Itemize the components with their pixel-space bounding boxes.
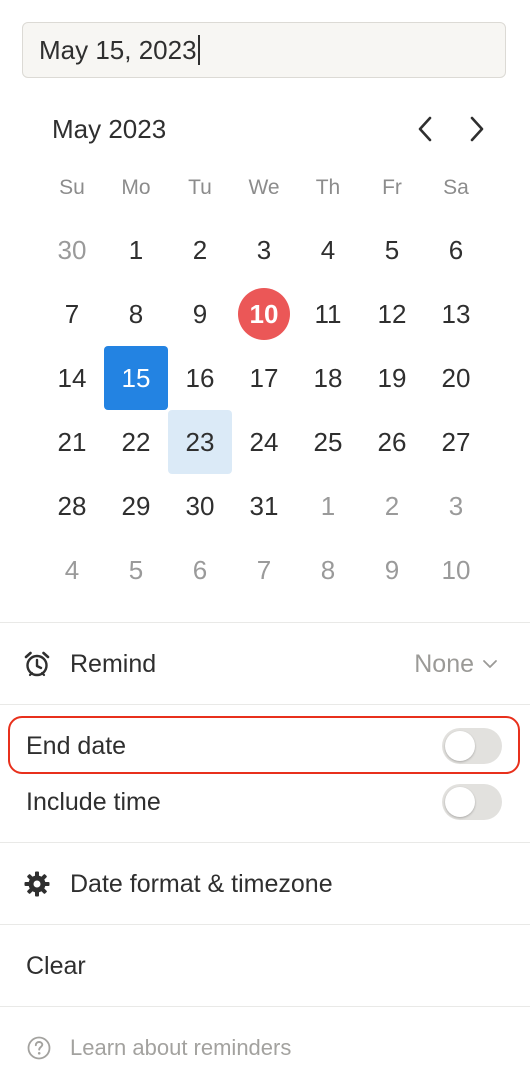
chevron-left-icon [418,116,432,142]
remind-row[interactable]: Remind None [0,636,530,692]
divider [0,622,530,623]
toggle-knob [445,731,475,761]
learn-reminders-label: Learn about reminders [70,1035,292,1060]
remind-value: None [414,649,474,678]
divider [0,842,530,843]
calendar-day[interactable]: 21 [40,410,104,474]
calendar-week: 30 1 2 3 4 5 6 [40,218,488,282]
calendar-day[interactable]: 30 [168,474,232,538]
text-caret [197,35,200,65]
calendar-day[interactable]: 1 [104,218,168,282]
calendar-day-outside-month[interactable]: 3 [424,474,488,538]
calendar-day[interactable]: 18 [296,346,360,410]
calendar-day[interactable]: 9 [168,282,232,346]
calendar-day-outside-month[interactable]: 8 [296,538,360,602]
weekday-label: Tu [188,176,212,199]
weekday-label: Su [59,176,85,199]
weekday-label: Mo [121,176,151,199]
calendar-day[interactable]: 29 [104,474,168,538]
calendar-day[interactable]: 13 [424,282,488,346]
include-time-toggle[interactable] [442,784,502,820]
calendar-day[interactable]: 3 [232,218,296,282]
clear-button[interactable]: Clear [0,938,530,994]
calendar-day-outside-month[interactable]: 10 [424,538,488,602]
date-format-label: Date format & timezone [70,869,333,898]
calendar-day[interactable]: 11 [296,282,360,346]
divider [0,704,530,705]
date-input-value: May 15, 2023 [39,34,197,65]
chevron-right-icon [470,116,484,142]
date-format-row[interactable]: Date format & timezone [0,856,530,912]
calendar-header: May 2023 [52,104,492,154]
calendar-week: 28 29 30 31 1 2 3 [40,474,488,538]
chevron-down-icon [483,660,497,668]
calendar-day[interactable]: 7 [40,282,104,346]
calendar-day[interactable]: 4 [296,218,360,282]
divider [0,924,530,925]
calendar-day-outside-month[interactable]: 6 [168,538,232,602]
calendar-week: 14 15 16 17 18 19 20 [40,346,488,410]
calendar-day[interactable]: 16 [168,346,232,410]
calendar-day-today[interactable]: 10 [232,282,296,346]
end-date-row[interactable]: End date [0,718,530,774]
calendar-day[interactable]: 28 [40,474,104,538]
calendar-week: 7 8 9 10 11 12 13 [40,282,488,346]
calendar-day-outside-month[interactable]: 7 [232,538,296,602]
calendar-day[interactable]: 14 [40,346,104,410]
next-month-button[interactable] [462,109,492,149]
clear-label: Clear [26,951,86,980]
end-date-toggle[interactable] [442,728,502,764]
weekday-label: We [248,176,280,199]
include-time-label: Include time [26,787,161,816]
date-input[interactable]: May 15, 2023 [22,22,506,78]
calendar-day[interactable]: 27 [424,410,488,474]
help-icon [24,1033,54,1063]
learn-reminders-link[interactable]: Learn about reminders [0,1024,530,1072]
calendar-day[interactable]: 17 [232,346,296,410]
calendar-day-outside-month[interactable]: 4 [40,538,104,602]
weekday-header: Su Mo Tu We Th Fr Sa [40,168,488,208]
calendar-day-outside-month[interactable]: 30 [40,218,104,282]
month-nav [410,109,492,149]
calendar-day[interactable]: 6 [424,218,488,282]
calendar-day[interactable]: 26 [360,410,424,474]
calendar-day[interactable]: 2 [168,218,232,282]
calendar-day[interactable]: 24 [232,410,296,474]
calendar-week: 21 22 23 24 25 26 27 [40,410,488,474]
calendar-day-selected[interactable]: 15 [104,346,168,410]
calendar-day[interactable]: 12 [360,282,424,346]
remind-label: Remind [70,649,157,678]
calendar-day[interactable]: 31 [232,474,296,538]
prev-month-button[interactable] [410,109,440,149]
date-picker-panel: May 15, 2023 May 2023 Su Mo Tu We Th Fr … [0,0,530,1080]
include-time-row[interactable]: Include time [0,774,530,830]
calendar-week: 4 5 6 7 8 9 10 [40,538,488,602]
calendar-day[interactable]: 8 [104,282,168,346]
calendar-day-outside-month[interactable]: 1 [296,474,360,538]
calendar-day[interactable]: 19 [360,346,424,410]
calendar-day-outside-month[interactable]: 2 [360,474,424,538]
weekday-label: Th [315,176,341,199]
end-date-label: End date [26,731,127,760]
calendar-day[interactable]: 22 [104,410,168,474]
toggle-knob [445,787,475,817]
month-title: May 2023 [52,113,167,144]
weekday-label: Fr [382,176,402,199]
calendar-day-outside-month[interactable]: 9 [360,538,424,602]
gear-icon [22,869,52,899]
calendar-day[interactable]: 20 [424,346,488,410]
divider [0,1006,530,1007]
weekday-label: Sa [443,176,469,199]
calendar-day[interactable]: 5 [360,218,424,282]
remind-select[interactable]: None [414,650,498,679]
calendar-day-hovered[interactable]: 23 [168,410,232,474]
alarm-clock-icon [22,649,52,679]
calendar-day[interactable]: 25 [296,410,360,474]
calendar-day-outside-month[interactable]: 5 [104,538,168,602]
